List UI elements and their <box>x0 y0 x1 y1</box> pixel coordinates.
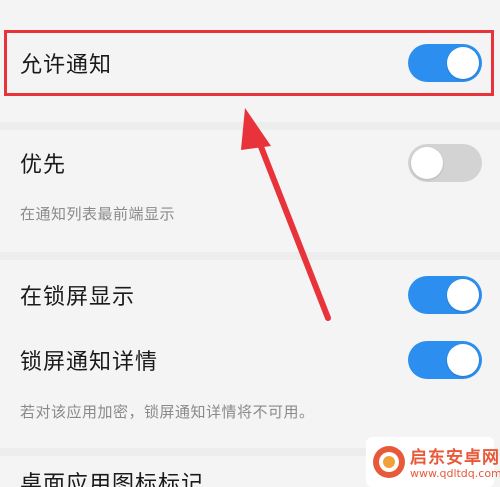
watermark-logo-icon <box>373 446 405 478</box>
watermark-url: www.qdltdq.com <box>410 467 500 480</box>
watermark: 启东安卓网 www.qdltdq.com <box>366 437 500 487</box>
annotation-arrow-icon <box>241 108 331 321</box>
watermark-title: 启东安卓网 <box>410 448 500 468</box>
